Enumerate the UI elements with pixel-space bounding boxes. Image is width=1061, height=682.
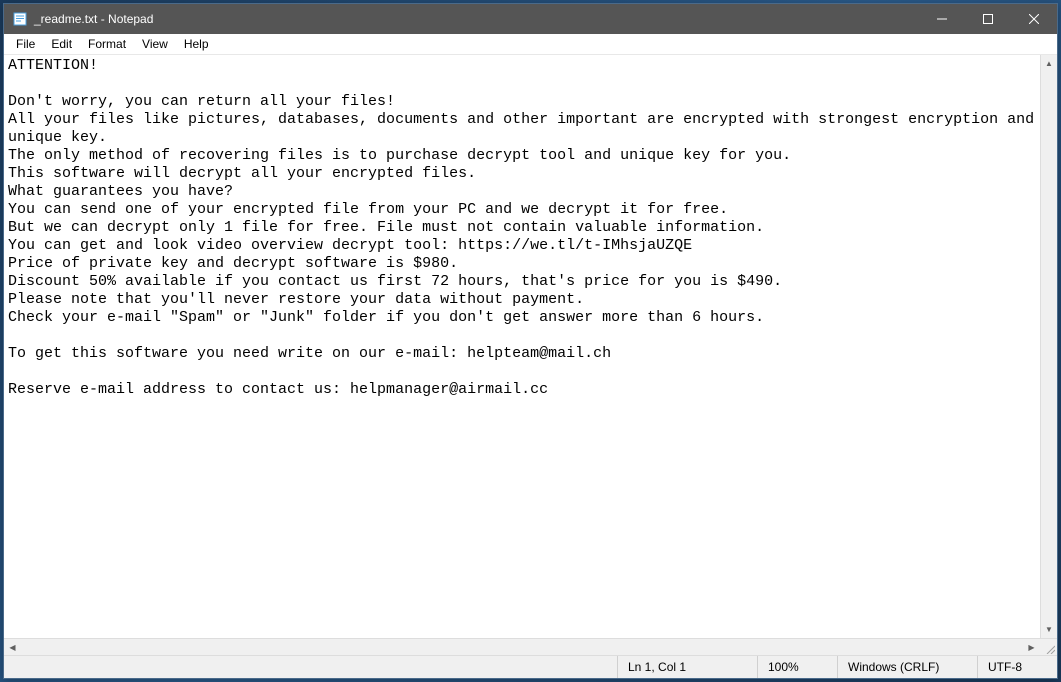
- scroll-down-icon[interactable]: ▼: [1041, 621, 1057, 638]
- menu-format[interactable]: Format: [80, 35, 134, 53]
- maximize-button[interactable]: [965, 4, 1011, 34]
- menu-view[interactable]: View: [134, 35, 176, 53]
- close-button[interactable]: [1011, 4, 1057, 34]
- scroll-right-icon[interactable]: ▶: [1023, 639, 1040, 656]
- minimize-button[interactable]: [919, 4, 965, 34]
- menu-help[interactable]: Help: [176, 35, 217, 53]
- scroll-left-icon[interactable]: ◀: [4, 639, 21, 656]
- notepad-window: _readme.txt - Notepad File Edit Format V…: [3, 3, 1058, 679]
- text-editor[interactable]: ATTENTION! Don't worry, you can return a…: [4, 55, 1040, 638]
- titlebar[interactable]: _readme.txt - Notepad: [4, 4, 1057, 34]
- menu-file[interactable]: File: [8, 35, 43, 53]
- status-cursor-position: Ln 1, Col 1: [617, 656, 757, 678]
- notepad-icon: [12, 11, 28, 27]
- status-encoding: UTF-8: [977, 656, 1057, 678]
- vertical-scrollbar[interactable]: ▲ ▼: [1040, 55, 1057, 638]
- resize-grip[interactable]: [1040, 639, 1057, 656]
- horizontal-scrollbar[interactable]: ◀ ▶: [4, 639, 1040, 655]
- window-controls: [919, 4, 1057, 34]
- statusbar: Ln 1, Col 1 100% Windows (CRLF) UTF-8: [4, 655, 1057, 678]
- menubar: File Edit Format View Help: [4, 34, 1057, 55]
- status-zoom: 100%: [757, 656, 837, 678]
- status-line-ending: Windows (CRLF): [837, 656, 977, 678]
- window-title: _readme.txt - Notepad: [34, 12, 919, 26]
- menu-edit[interactable]: Edit: [43, 35, 80, 53]
- content-area: ATTENTION! Don't worry, you can return a…: [4, 55, 1057, 638]
- scroll-up-icon[interactable]: ▲: [1041, 55, 1057, 72]
- horizontal-scrollbar-row: ◀ ▶: [4, 638, 1057, 655]
